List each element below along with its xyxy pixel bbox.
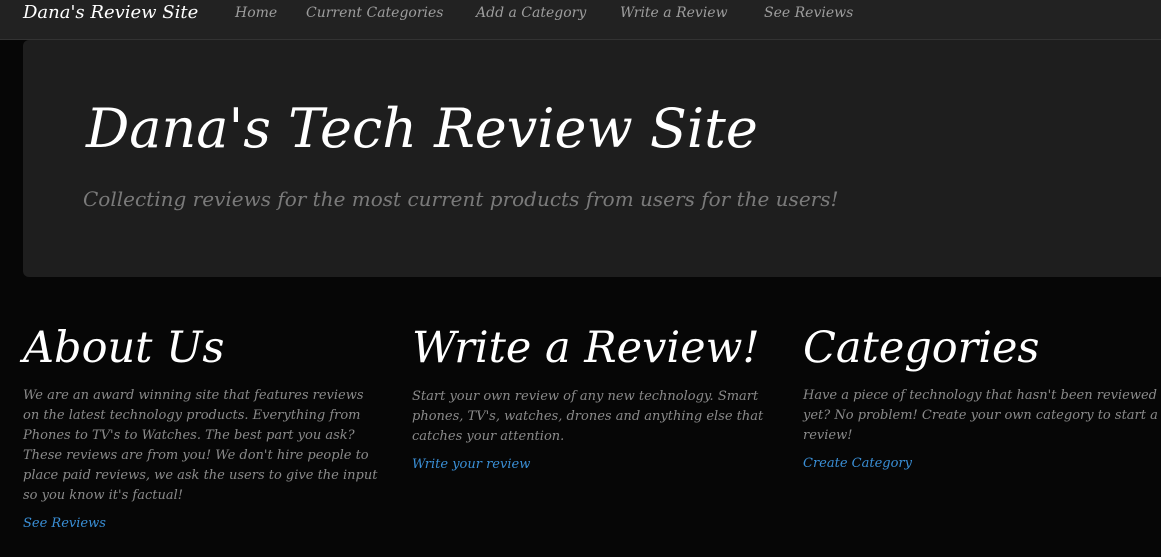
about-us-heading: About Us — [23, 323, 225, 373]
hero-subtitle: Collecting reviews for the most current … — [83, 187, 839, 211]
categories-text: Have a piece of technology that hasn't b… — [803, 388, 1158, 443]
hero-jumbotron: Dana's Tech Review Site Collecting revie… — [23, 40, 1161, 277]
top-navbar: Dana's Review Site Home Current Categori… — [0, 0, 1161, 40]
nav-home[interactable]: Home — [235, 5, 277, 21]
write-review-link[interactable]: Write your review — [412, 457, 530, 472]
nav-write-review[interactable]: Write a Review — [620, 5, 728, 21]
write-review-text: Start your own review of any new technol… — [412, 389, 764, 444]
about-us-text: We are an award winning site that featur… — [23, 388, 378, 503]
categories-heading: Categories — [803, 323, 1040, 373]
nav-add-category[interactable]: Add a Category — [476, 5, 586, 21]
write-review-section: Write a Review! Start your own review of… — [412, 323, 772, 472]
create-category-link[interactable]: Create Category — [803, 456, 912, 471]
nav-see-reviews[interactable]: See Reviews — [764, 5, 853, 21]
brand-link[interactable]: Dana's Review Site — [23, 2, 198, 23]
nav-current-categories[interactable]: Current Categories — [306, 5, 444, 21]
see-reviews-link[interactable]: See Reviews — [23, 516, 106, 531]
write-review-heading: Write a Review! — [412, 323, 760, 373]
about-us-section: About Us We are an award winning site th… — [23, 323, 383, 531]
hero-title: Dana's Tech Review Site — [86, 97, 758, 160]
categories-section: Categories Have a piece of technology th… — [803, 323, 1161, 471]
